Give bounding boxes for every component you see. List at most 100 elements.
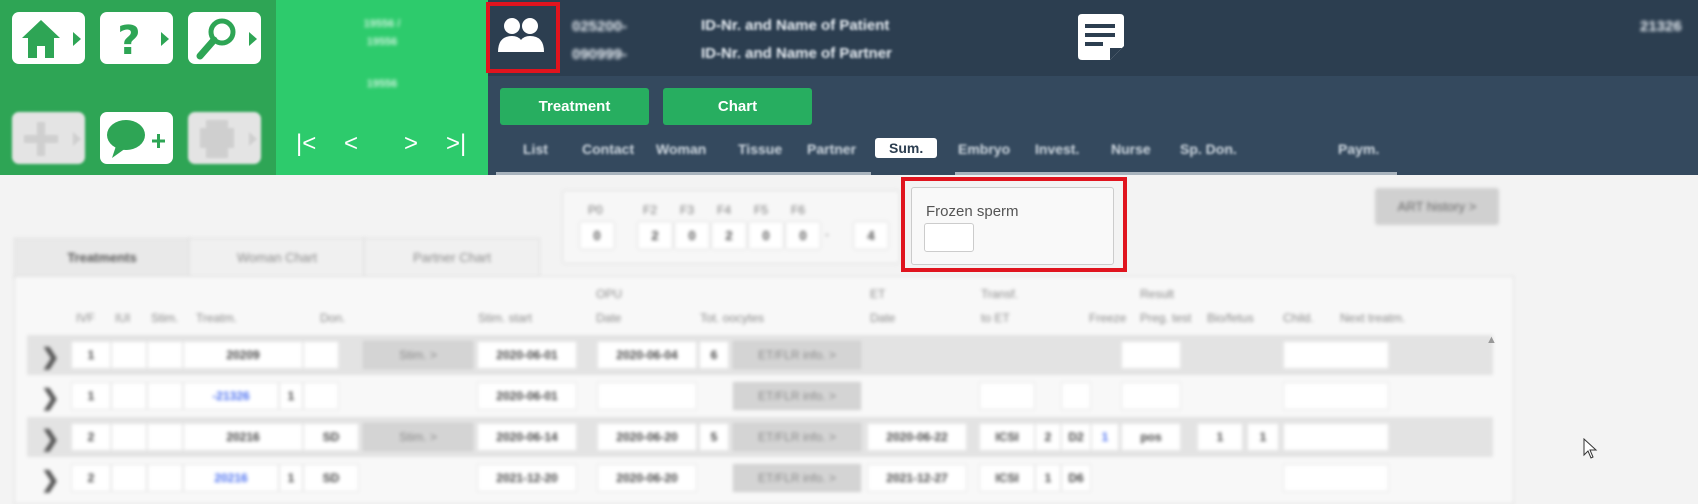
cell-don: SD (303, 464, 359, 492)
tab-underline (496, 172, 871, 175)
summary-field[interactable]: 2 (711, 221, 747, 250)
art-history-button[interactable]: ART history > (1375, 188, 1499, 225)
cell-don (303, 341, 339, 369)
cell-count: 1 (279, 382, 303, 410)
first-record-button[interactable]: |< (296, 130, 316, 158)
partner-label: ID-Nr. and Name of Partner (701, 45, 892, 62)
subtab-woman-chart[interactable]: Woman Chart (189, 238, 365, 278)
cell-bio: 1 (1197, 423, 1243, 451)
column-header: Next treatm. (1340, 311, 1406, 325)
stim-button[interactable]: Stim. > (363, 423, 473, 451)
column-group-header: ET (870, 287, 886, 301)
column-header: Preg. test (1140, 311, 1192, 325)
column-header: Stim. start (478, 311, 533, 325)
treatment-link[interactable]: 20216 (183, 464, 279, 492)
chevron-right-icon (249, 32, 257, 46)
cell-iui (111, 423, 147, 451)
cell-transfer (979, 382, 1035, 410)
header-toolbar: Treatment Chart (488, 76, 1698, 175)
stim-button[interactable]: Stim. > (363, 341, 473, 369)
chevron-right-icon (161, 32, 169, 46)
column-group-header: OPU (596, 287, 623, 301)
expand-row-icon[interactable]: ❯ (41, 467, 59, 493)
et-info-button[interactable]: ET/FLR info. > (733, 341, 861, 369)
cell-freeze: D2 (1061, 423, 1091, 451)
column-group-header: Result (1140, 287, 1175, 301)
treatment-button[interactable]: Treatment (500, 88, 649, 125)
tab-woman[interactable]: Woman (656, 141, 706, 157)
tab-sperm-donor[interactable]: Sp. Don. (1180, 141, 1237, 157)
cell-next (1283, 341, 1389, 369)
next-record-button[interactable]: > (404, 130, 418, 158)
add-icon (24, 122, 58, 156)
summary-field[interactable]: 2 (637, 221, 673, 250)
expand-row-icon[interactable]: ❯ (41, 344, 59, 370)
patient-header: 025200- 090999- ID-Nr. and Name of Patie… (488, 0, 1698, 76)
record-number-sub: 19556 (366, 36, 398, 48)
chart-button[interactable]: Chart (663, 88, 812, 125)
cell-iui (111, 382, 147, 410)
cell-oocytes: 5 (699, 423, 729, 451)
tab-tissue[interactable]: Tissue (738, 141, 782, 157)
expand-row-icon[interactable]: ❯ (41, 385, 59, 411)
cell-embryo-count: 2 (1035, 423, 1061, 451)
summary-field[interactable]: 0 (748, 221, 784, 250)
cell-treatment: 20216 (183, 423, 303, 451)
subtab-treatments[interactable]: Treatments (14, 238, 190, 278)
scroll-up-arrow[interactable]: ▲ (1486, 334, 1497, 346)
cell-stim-start: 2021-12-20 (477, 464, 577, 492)
summary-field[interactable]: 0 (785, 221, 821, 250)
summary-field[interactable]: 0 (579, 221, 615, 250)
tab-nurse[interactable]: Nurse (1111, 141, 1151, 157)
column-header: Date (596, 311, 622, 325)
cell-treatment: 20209 (183, 341, 303, 369)
add-comment-button[interactable] (100, 112, 173, 164)
search-icon (196, 18, 236, 60)
add-button[interactable] (12, 112, 85, 164)
cell-stim (147, 423, 183, 451)
column-header: Stim. (151, 311, 179, 325)
et-info-button[interactable]: ET/FLR info. > (733, 423, 861, 451)
tab-payment[interactable]: Paym. (1338, 141, 1379, 157)
cell-next (1283, 423, 1389, 451)
notes-button[interactable] (1074, 12, 1128, 64)
table-row[interactable]: ❯ 2 20216 SD Stim. > 2020-06-14 2020-06-… (27, 417, 1493, 457)
home-icon (22, 20, 60, 58)
record-number: 19556 / (363, 18, 401, 30)
table-row[interactable]: ❯ 1 -21326 1 2020-06-01 ET/FLR info. > (27, 376, 1493, 416)
summary-field[interactable]: 0 (674, 221, 710, 250)
subtab-partner-chart[interactable]: Partner Chart (364, 238, 540, 278)
help-button[interactable]: ? (100, 12, 173, 64)
tab-embryo[interactable]: Embryo (958, 141, 1010, 157)
et-info-button[interactable]: ET/FLR info. > (733, 464, 861, 492)
treatment-link[interactable]: -21326 (183, 382, 279, 410)
freeze-link[interactable]: 1 (1091, 423, 1119, 451)
tab-investigation[interactable]: Invest. (1035, 141, 1079, 157)
search-button[interactable] (188, 12, 261, 64)
help-icon: ? (117, 18, 140, 64)
cell-ivf: 1 (71, 382, 111, 410)
table-row[interactable]: ❯ 1 20209 Stim. > 2020-06-01 2020-06-04 … (27, 335, 1493, 375)
home-button[interactable] (12, 12, 85, 64)
tab-summary[interactable]: Sum. (875, 138, 938, 158)
tab-contact[interactable]: Contact (582, 141, 634, 157)
cell-opu-date (597, 382, 697, 410)
cell-freeze (1061, 382, 1091, 410)
patient-label: ID-Nr. and Name of Patient (701, 17, 890, 34)
tab-list[interactable]: List (523, 141, 548, 157)
column-header: Don. (320, 311, 346, 325)
cell-count: 1 (279, 464, 303, 492)
print-button[interactable] (188, 112, 261, 164)
cell-don (303, 382, 339, 410)
tab-partner[interactable]: Partner (807, 141, 856, 157)
column-header: Child. (1283, 311, 1314, 325)
prev-record-button[interactable]: < (344, 130, 358, 158)
last-record-button[interactable]: >| (446, 130, 466, 158)
et-info-button[interactable]: ET/FLR info. > (733, 382, 861, 410)
cell-preg: pos (1121, 423, 1181, 451)
expand-row-icon[interactable]: ❯ (41, 426, 59, 452)
cell-stim-start: 2020-06-14 (477, 423, 577, 451)
cell-iui (111, 464, 147, 492)
summary-total[interactable]: 4 (853, 221, 889, 250)
table-row[interactable]: ❯ 2 20216 1 SD 2021-12-20 2020-06-20 ET/… (27, 458, 1493, 498)
